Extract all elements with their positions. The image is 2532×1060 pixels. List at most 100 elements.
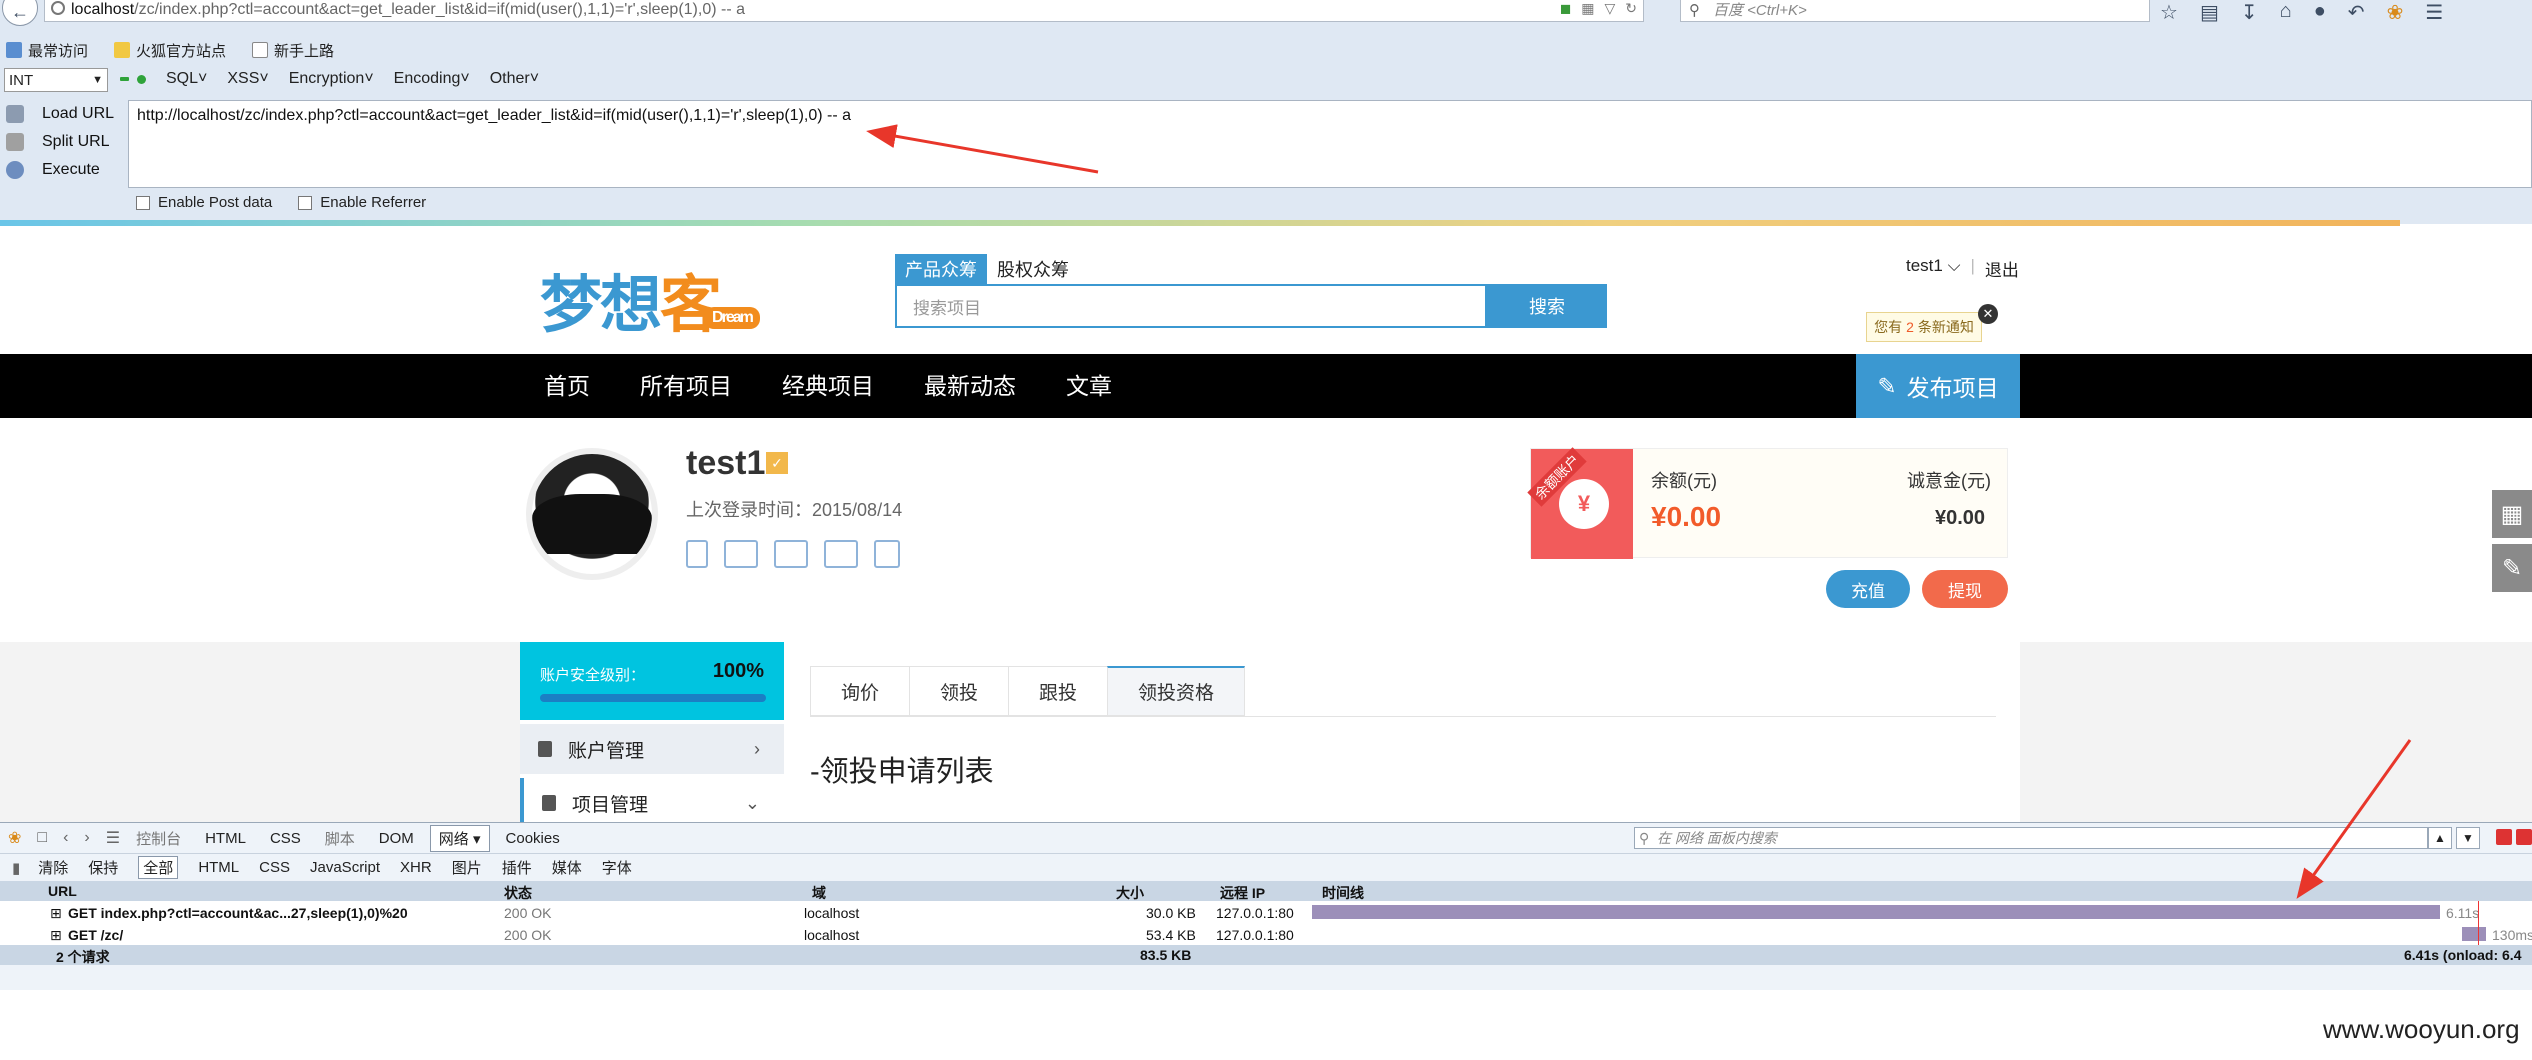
mail-icon[interactable] [774, 540, 808, 568]
enable-referrer-checkbox[interactable]: Enable Referrer [298, 194, 426, 211]
chevron-up-icon[interactable]: ▲ [2428, 827, 2452, 849]
table-row[interactable]: ⊞ GET index.php?ctl=account&ac...27,slee… [0, 901, 2532, 923]
col-domain[interactable]: 域 [812, 883, 826, 903]
minus-icon[interactable] [120, 77, 129, 81]
filter-all[interactable]: 全部 [138, 856, 179, 879]
filter-html[interactable]: HTML [198, 859, 239, 876]
filter-media[interactable]: 媒体 [552, 857, 582, 878]
menu-sql[interactable]: SQL˅ [166, 70, 207, 88]
filter-css[interactable]: CSS [259, 859, 290, 876]
close-icon[interactable]: ✕ [1978, 304, 1998, 324]
withdraw-button[interactable]: 提现 [1922, 570, 2008, 608]
user-dropdown[interactable]: test1 ⌵ [1906, 256, 1960, 281]
inspect-icon[interactable]: □ [37, 829, 47, 847]
bookmark-getting-started[interactable]: 新手上路 [252, 40, 334, 61]
site-logo[interactable]: 梦想客 Dream [540, 254, 760, 344]
filter-persist[interactable]: 保持 [88, 857, 118, 878]
dt-tab-dom[interactable]: DOM [371, 828, 422, 849]
dt-tab-html[interactable]: HTML [197, 828, 254, 849]
filter-images[interactable]: 图片 [452, 857, 482, 878]
minimize-icon[interactable] [2496, 829, 2512, 845]
qr-icon[interactable]: ▦ [1581, 0, 1594, 17]
search-button[interactable]: 搜索 [1487, 284, 1607, 328]
enable-post-checkbox[interactable]: Enable Post data [136, 194, 272, 211]
sidebar-item-projects[interactable]: 项目管理 ⌄ [520, 778, 784, 828]
menu-icon[interactable]: ☰ [2425, 0, 2443, 25]
dt-tab-cookies[interactable]: Cookies [498, 828, 568, 849]
execute-button[interactable]: Execute [0, 156, 120, 184]
id-card-icon[interactable] [724, 540, 758, 568]
list-icon[interactable]: ☰ [106, 828, 120, 848]
recharge-button[interactable]: 充值 [1826, 570, 1910, 608]
dt-tab-network[interactable]: 网络 ▾ [429, 824, 490, 852]
menu-xss[interactable]: XSS˅ [227, 70, 268, 88]
bank-card-icon[interactable] [824, 540, 858, 568]
sidebar-item-account[interactable]: 账户管理 › [520, 724, 784, 774]
nav-classic-projects[interactable]: 经典项目 [782, 354, 874, 418]
dt-tab-script[interactable]: 脚本 [317, 826, 363, 851]
chat-icon[interactable]: ● [2314, 0, 2326, 25]
split-url-button[interactable]: Split URL [0, 128, 120, 156]
tab-lead-qualification[interactable]: 领投资格 [1107, 666, 1246, 716]
nav-articles[interactable]: 文章 [1066, 354, 1112, 418]
tab-follow-invest[interactable]: 跟投 [1008, 666, 1108, 716]
shield-icon[interactable]: ◼ [1560, 0, 1572, 17]
tab-product-crowdfunding[interactable]: 产品众筹 [895, 254, 987, 284]
browser-search[interactable]: ⚲ 百度 <Ctrl+K> [1680, 0, 2150, 22]
devtools-search-input[interactable]: ⚲ 在 网络 面板内搜索 [1634, 827, 2428, 849]
menu-encryption[interactable]: Encryption˅ [289, 70, 374, 88]
close-icon[interactable] [2516, 829, 2532, 845]
back-button[interactable]: ← [2, 0, 38, 26]
firebug-icon[interactable]: ❀ [2387, 0, 2404, 25]
clipboard-icon[interactable]: ▤ [2200, 0, 2219, 25]
project-search-input[interactable]: 搜索项目 [895, 284, 1487, 328]
star-icon[interactable]: ☆ [2160, 0, 2178, 25]
col-size[interactable]: 大小 [1116, 883, 1144, 903]
phone-icon[interactable] [686, 540, 708, 568]
expand-icon[interactable]: ⊞ [50, 905, 62, 922]
menu-other[interactable]: Other˅ [490, 70, 539, 88]
tab-equity-crowdfunding[interactable]: 股权众筹 [987, 254, 1079, 284]
logout-link[interactable]: 退出 [1985, 256, 2019, 281]
table-row[interactable]: ⊞ GET /zc/ 200 OK localhost 53.4 KB 127.… [0, 923, 2532, 945]
dt-tab-css[interactable]: CSS [262, 828, 309, 849]
dropdown-icon[interactable]: ▽ [1604, 0, 1615, 17]
bookmark-frequent[interactable]: 最常访问 [6, 40, 88, 61]
qr-code-icon[interactable]: ▦ [2492, 490, 2532, 538]
undo-icon[interactable]: ↶ [2348, 0, 2365, 25]
home-icon[interactable]: ⌂ [2280, 0, 2292, 25]
col-url[interactable]: URL [48, 883, 77, 899]
dt-tab-console[interactable]: 控制台 [128, 826, 189, 851]
nav-all-projects[interactable]: 所有项目 [640, 354, 732, 418]
edit-icon[interactable]: ✎ [2492, 544, 2532, 592]
hackbar-textarea[interactable]: http://localhost/zc/index.php?ctl=accoun… [128, 100, 2532, 188]
notification-badge[interactable]: 您有 2 条新通知 [1866, 312, 1982, 342]
download-icon[interactable]: ↧ [2241, 0, 2258, 25]
filter-js[interactable]: JavaScript [310, 859, 380, 876]
menu-encoding[interactable]: Encoding˅ [394, 70, 470, 88]
col-status[interactable]: 状态 [504, 883, 532, 903]
chevron-down-icon[interactable]: ▼ [2456, 827, 2480, 849]
load-url-button[interactable]: Load URL [0, 100, 120, 128]
avatar[interactable] [526, 448, 658, 580]
expand-icon[interactable]: ⊞ [50, 927, 62, 944]
bookmark-firefox[interactable]: 火狐官方站点 [114, 40, 226, 61]
col-timeline[interactable]: 时间线 [1322, 883, 1364, 903]
tab-lead-invest[interactable]: 领投 [909, 666, 1009, 716]
nav-home[interactable]: 首页 [544, 354, 590, 418]
filter-xhr[interactable]: XHR [400, 859, 432, 876]
publish-project-button[interactable]: ✎ 发布项目 [1856, 354, 2020, 418]
plus-icon[interactable] [137, 74, 146, 84]
gear-icon[interactable] [874, 540, 900, 568]
col-remote-ip[interactable]: 远程 IP [1220, 883, 1265, 903]
reload-icon[interactable]: ↻ [1625, 0, 1637, 17]
next-icon[interactable]: › [84, 829, 89, 847]
tab-inquiry[interactable]: 询价 [810, 666, 910, 716]
filter-fonts[interactable]: 字体 [602, 857, 632, 878]
prev-icon[interactable]: ‹ [63, 829, 68, 847]
nav-latest-news[interactable]: 最新动态 [924, 354, 1016, 418]
firebug-icon[interactable]: ❀ [8, 828, 21, 848]
filter-clear[interactable]: 清除 [38, 857, 68, 878]
hackbar-type-select[interactable]: INT ▼ [4, 68, 108, 92]
url-bar[interactable]: localhost/zc/index.php?ctl=account&act=g… [44, 0, 1644, 22]
